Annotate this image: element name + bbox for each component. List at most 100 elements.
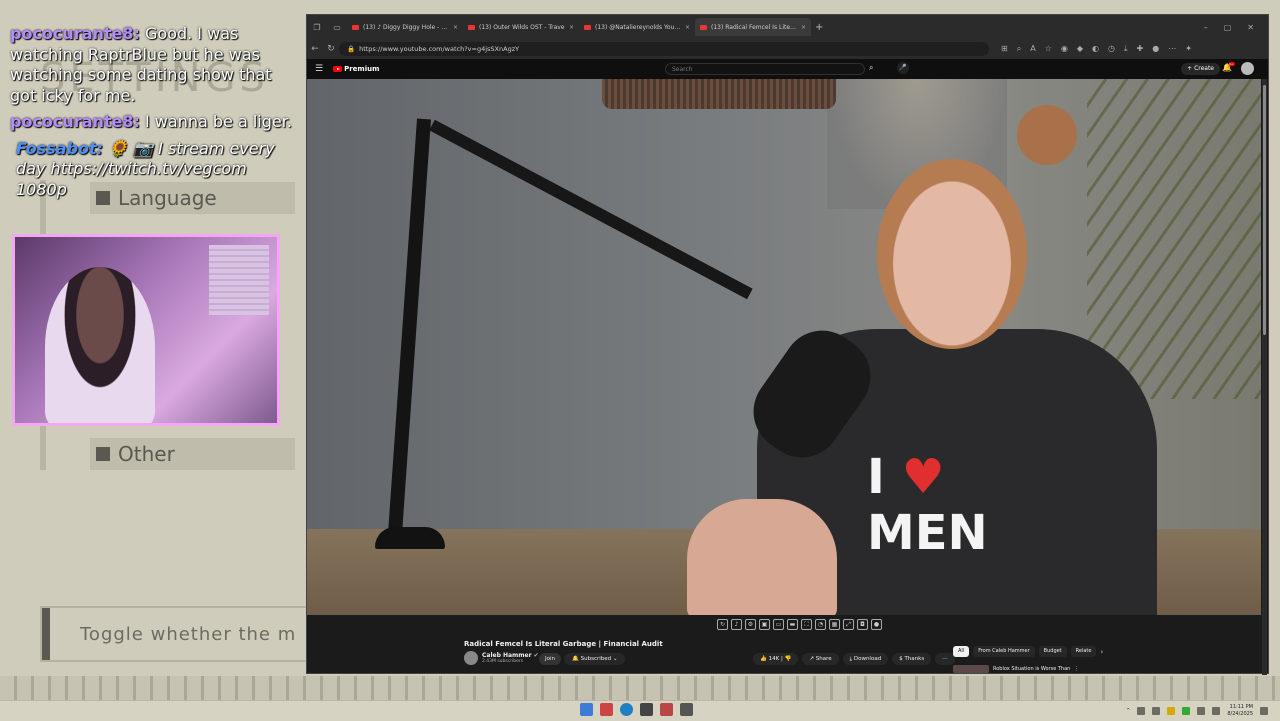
- fullscreen-icon[interactable]: ⛶: [801, 619, 812, 630]
- pip-icon[interactable]: ▭: [773, 619, 784, 630]
- microphone-icon[interactable]: 🎤: [897, 62, 909, 74]
- more-vert-icon[interactable]: ⋮: [1074, 666, 1079, 672]
- downloads-icon[interactable]: ⤓: [1124, 44, 1128, 54]
- refresh-icon[interactable]: ↻: [323, 44, 339, 54]
- notifications-icon[interactable]: 🔔 9+: [1222, 62, 1235, 72]
- tray-icon[interactable]: [1137, 706, 1146, 715]
- copilot-icon[interactable]: ✦: [1185, 44, 1192, 54]
- clock[interactable]: 11:11 PM 8/24/2025: [1227, 704, 1253, 717]
- network-icon[interactable]: [1197, 706, 1206, 715]
- favorite-star-icon[interactable]: ☆: [1045, 44, 1052, 54]
- download-button[interactable]: ⤓ Download: [842, 653, 889, 665]
- extension-icon[interactable]: ◉: [1061, 44, 1068, 54]
- profile-icon[interactable]: ●: [1152, 44, 1159, 54]
- chip-budget[interactable]: Budget: [1038, 646, 1067, 657]
- youtube-favicon-icon: [584, 24, 591, 30]
- avatar[interactable]: [1241, 62, 1254, 75]
- app-icon[interactable]: [680, 703, 693, 716]
- apps-icon[interactable]: ⊞: [1001, 44, 1008, 54]
- more-icon[interactable]: ⋯: [1168, 44, 1176, 54]
- chip-all[interactable]: All: [953, 646, 970, 657]
- create-button[interactable]: + Create: [1181, 63, 1220, 75]
- workspaces-icon[interactable]: ❐: [307, 23, 327, 32]
- video-scene-hands: [687, 499, 837, 615]
- window-controls: – ▢ ✕: [1204, 23, 1268, 32]
- recommended-video[interactable]: Roblox Situation is Worse Than ⋮: [953, 665, 1079, 673]
- chat-text: I wanna be a liger.: [145, 112, 292, 131]
- address-bar[interactable]: 🔒 https://www.youtube.com/watch?v=g4jsSX…: [339, 42, 989, 56]
- recommended-thumbnail[interactable]: [953, 665, 989, 673]
- close-icon[interactable]: ×: [801, 24, 806, 31]
- terminal-icon[interactable]: [640, 703, 653, 716]
- settings-gear-icon[interactable]: ⚙: [745, 619, 756, 630]
- url-text: https://www.youtube.com/watch?v=g4jsSXnA…: [359, 45, 520, 53]
- screenshot-icon[interactable]: ▣: [759, 619, 770, 630]
- like-button[interactable]: 👍 14K | 👎: [753, 653, 799, 665]
- other-label: Other: [118, 442, 175, 466]
- video-scene-person-head: [877, 159, 1027, 349]
- close-icon[interactable]: ×: [569, 24, 574, 31]
- tray-icon[interactable]: [1182, 706, 1191, 715]
- browser-tab[interactable]: (13) @Nataliereynolds YouTube ×: [579, 18, 695, 36]
- app-icon[interactable]: [660, 703, 673, 716]
- webcam-frame: [12, 234, 280, 426]
- tray-icon[interactable]: [1152, 706, 1161, 715]
- speed-icon[interactable]: ◔: [815, 619, 826, 630]
- video-scene-shirt-text: I ♥ MEN: [867, 449, 988, 561]
- page-scrollbar[interactable]: [1262, 79, 1267, 675]
- browser-tab[interactable]: (13) Outer Wilds OST - Trave ×: [463, 18, 579, 36]
- filter-icon[interactable]: ▦: [829, 619, 840, 630]
- loop-icon[interactable]: ↻: [717, 619, 728, 630]
- toggle-description: Toggle whether the m: [80, 624, 297, 645]
- browser-tab[interactable]: (13) ♪ Diggy Diggy Hole - YouTub ×: [347, 18, 463, 36]
- notification-center-icon[interactable]: [1260, 706, 1268, 715]
- extension-icon[interactable]: ◐: [1092, 44, 1099, 54]
- search-icon[interactable]: ⌕: [869, 63, 873, 73]
- camera-icon[interactable]: ◘: [857, 619, 868, 630]
- chevron-up-icon[interactable]: ^: [1126, 708, 1130, 714]
- hamburger-menu-icon[interactable]: ☰: [315, 64, 323, 74]
- app-icon[interactable]: [600, 703, 613, 716]
- expand-icon[interactable]: ⤢: [843, 619, 854, 630]
- close-window-icon[interactable]: ✕: [1247, 23, 1254, 32]
- thumbs-up-icon: 👍: [760, 656, 767, 662]
- subscribed-label: Subscribed: [580, 656, 612, 662]
- back-icon[interactable]: ←: [307, 44, 323, 54]
- chip-related[interactable]: Relate: [1070, 646, 1097, 657]
- share-button[interactable]: ↗ Share: [802, 653, 839, 665]
- search-input[interactable]: Search: [665, 63, 865, 75]
- theater-icon[interactable]: ▬: [787, 619, 798, 630]
- maximize-icon[interactable]: ▢: [1224, 23, 1232, 32]
- video-player[interactable]: I ♥ MEN: [307, 79, 1261, 615]
- chat-message-bot: Fossabot: 🌻 📷 I stream every day https:/…: [10, 139, 300, 201]
- options-icon[interactable]: ●: [871, 619, 882, 630]
- windows-start-icon[interactable]: [580, 703, 593, 716]
- chevron-right-icon[interactable]: ›: [1100, 648, 1103, 656]
- close-icon[interactable]: ×: [685, 24, 690, 31]
- minimize-icon[interactable]: –: [1204, 23, 1208, 32]
- audio-icon[interactable]: ♪: [731, 619, 742, 630]
- new-tab-icon[interactable]: +: [815, 22, 823, 33]
- edge-browser-icon[interactable]: [620, 703, 633, 716]
- zoom-icon[interactable]: ⌕: [1017, 44, 1021, 54]
- subscribed-button[interactable]: 🔔 Subscribed ⌄: [564, 653, 626, 665]
- browser-tab-active[interactable]: (13) Radical Femcel Is Literal ×: [695, 18, 811, 36]
- toggle-box-accent: [42, 608, 50, 660]
- chip-from-channel[interactable]: From Caleb Hammer: [973, 646, 1035, 657]
- channel-name[interactable]: Caleb Hammer ✔: [482, 652, 539, 659]
- thumbs-down-icon: | 👎: [780, 656, 792, 662]
- tab-actions-icon[interactable]: ▭: [327, 23, 347, 32]
- tray-icon[interactable]: [1167, 706, 1176, 715]
- more-actions-button[interactable]: ⋯: [935, 653, 955, 665]
- thanks-button[interactable]: $ Thanks: [892, 653, 932, 665]
- join-button[interactable]: Join: [539, 653, 562, 665]
- history-icon[interactable]: ◷: [1108, 44, 1115, 54]
- read-aloud-icon[interactable]: A: [1030, 44, 1035, 54]
- extensions-puzzle-icon[interactable]: ✚: [1137, 44, 1144, 54]
- extension-icon[interactable]: ◆: [1077, 44, 1083, 54]
- youtube-favicon-icon: [468, 24, 475, 30]
- channel-avatar[interactable]: [464, 651, 478, 665]
- volume-icon[interactable]: [1212, 706, 1221, 715]
- youtube-logo[interactable]: Premium: [333, 65, 379, 73]
- close-icon[interactable]: ×: [453, 24, 458, 31]
